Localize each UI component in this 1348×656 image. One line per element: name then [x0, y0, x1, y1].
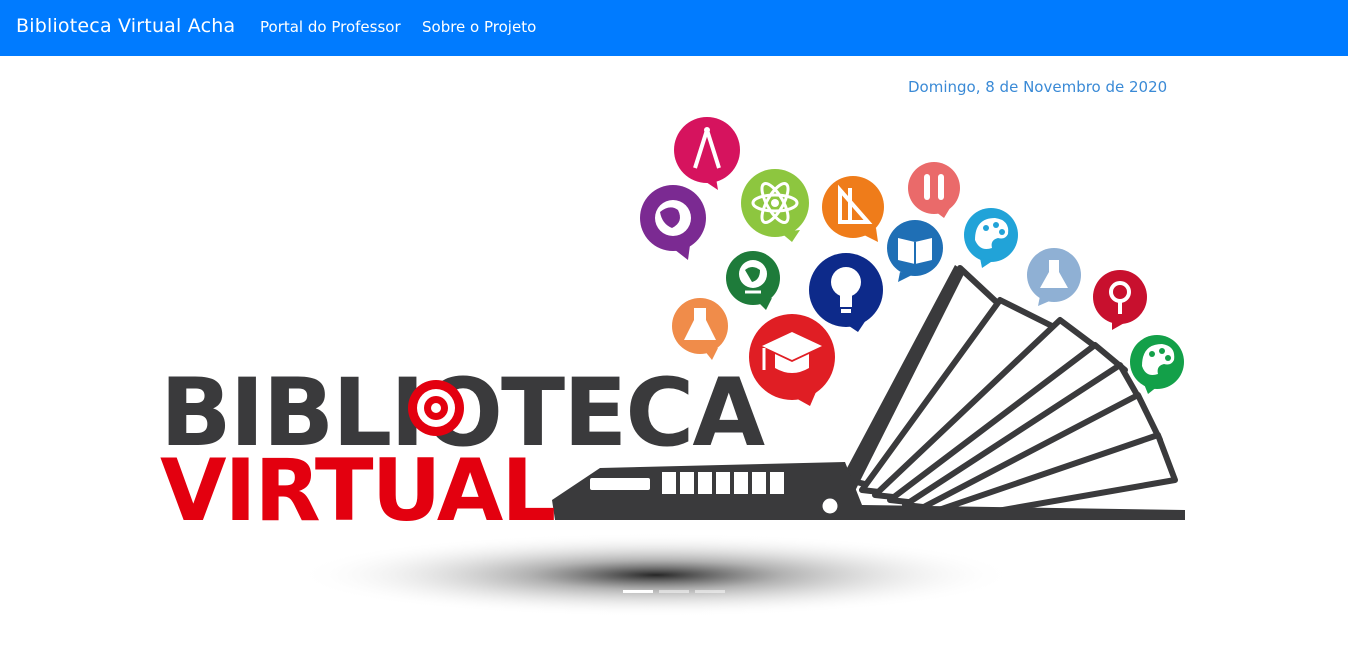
- earth-globe-icon: [726, 251, 780, 310]
- palette-icon: [964, 208, 1018, 268]
- nav-link-portal-do-professor[interactable]: Portal do Professor: [260, 18, 401, 36]
- lightbulb-icon: [809, 253, 883, 332]
- logo-text-virtual: VIRTUAL: [160, 441, 554, 541]
- navbar: Biblioteca Virtual Acha Portal do Profes…: [0, 0, 1348, 56]
- carousel-indicator-1[interactable]: [623, 590, 653, 593]
- potion-icon: [672, 298, 728, 360]
- carousel-indicators: [623, 590, 725, 594]
- current-date: Domingo, 8 de Novembro de 2020: [908, 78, 1168, 96]
- compass-icon: [674, 117, 740, 190]
- brand-link[interactable]: Biblioteca Virtual Acha: [16, 15, 235, 37]
- carousel: BIBLIOTECA VIRTUAL: [0, 100, 1348, 620]
- palette-icon: [1130, 335, 1184, 394]
- globe-icon: [640, 185, 706, 260]
- floor-shadow: [296, 533, 1016, 617]
- flask-icon: [1027, 248, 1081, 306]
- atom-icon: [741, 169, 809, 242]
- carousel-slide-image: BIBLIOTECA VIRTUAL: [160, 117, 1185, 617]
- pencils-icon: [908, 162, 960, 218]
- book-icon: [887, 220, 943, 282]
- magnifier-icon: [1093, 270, 1147, 330]
- carousel-indicator-2[interactable]: [659, 590, 689, 593]
- geometry-icon: [822, 176, 884, 242]
- carousel-indicator-3[interactable]: [695, 590, 725, 593]
- nav-link-sobre-o-projeto[interactable]: Sobre o Projeto: [422, 18, 536, 36]
